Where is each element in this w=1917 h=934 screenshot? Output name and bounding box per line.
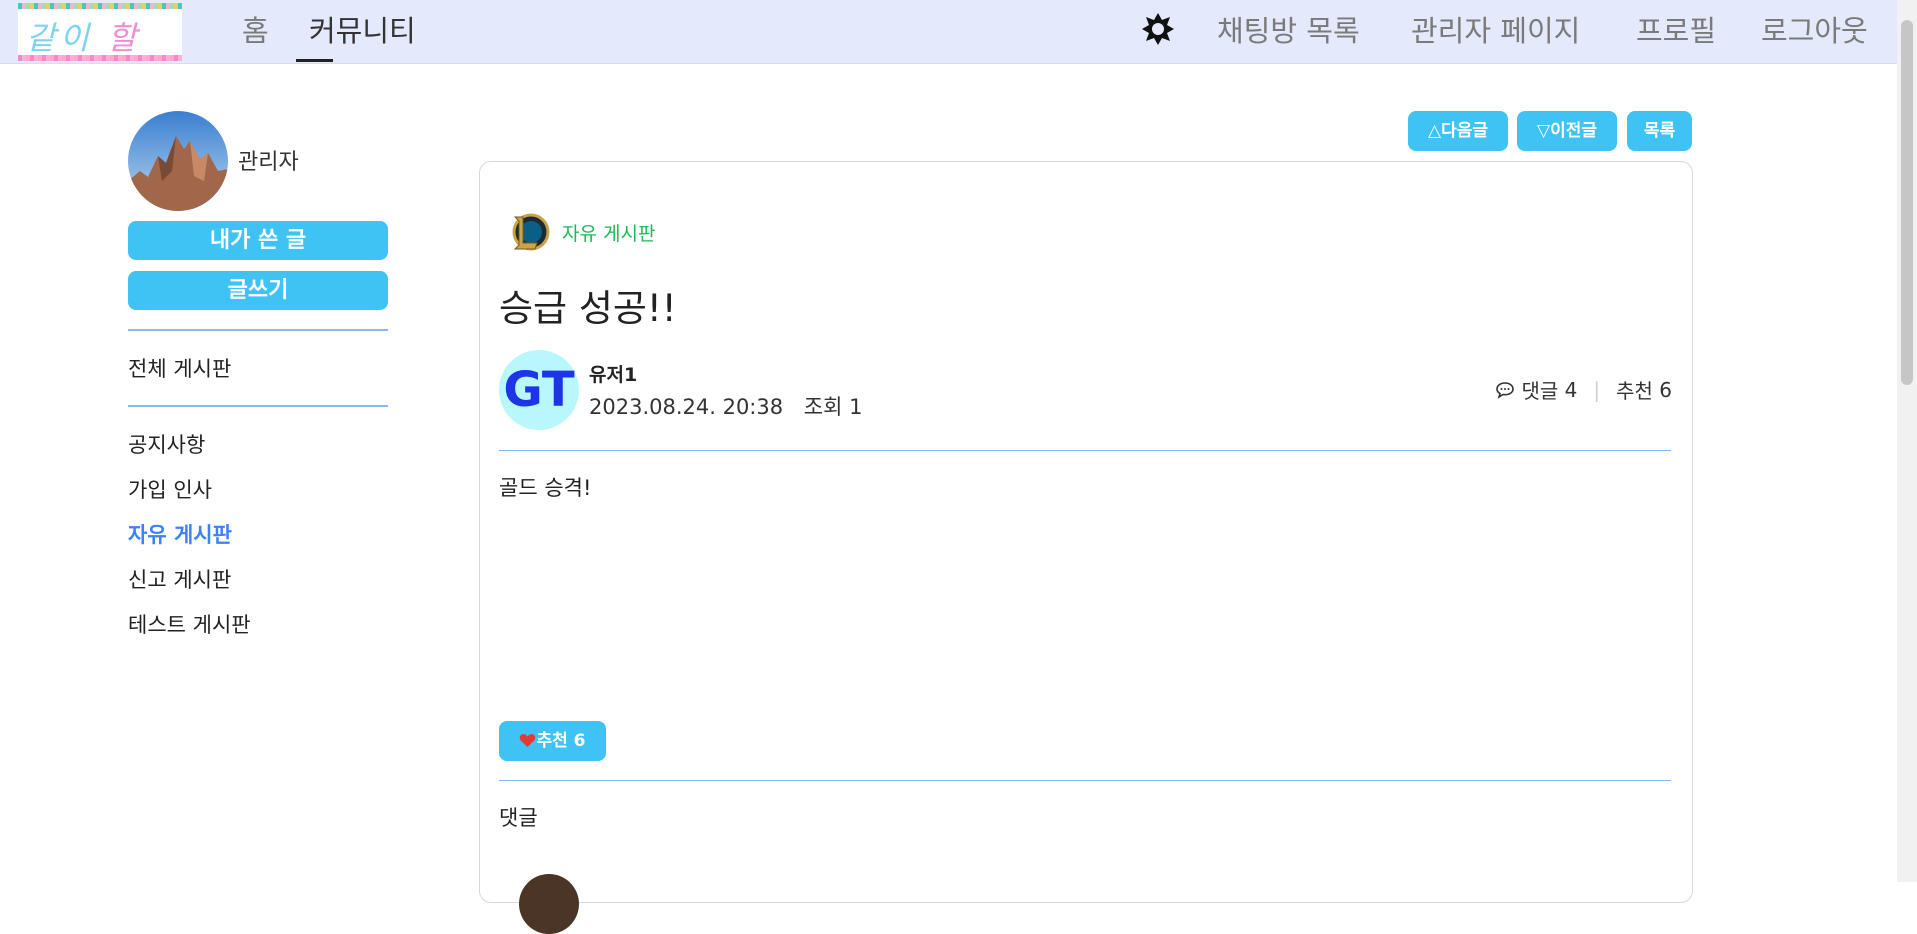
- sidebar-item-test-board[interactable]: 테스트 게시판: [128, 609, 251, 639]
- site-logo[interactable]: 같이 할래?: [18, 3, 182, 61]
- nav-chat-list[interactable]: 채팅방 목록: [1217, 8, 1360, 50]
- scrollbar-thumb[interactable]: [1901, 20, 1913, 385]
- post-meta: 2023.08.24. 20:38 조회 1: [589, 391, 863, 421]
- sun-icon[interactable]: [1141, 12, 1175, 46]
- page-scrollbar[interactable]: [1897, 0, 1917, 882]
- list-button[interactable]: 목록: [1627, 111, 1692, 151]
- post-board-name[interactable]: 자유 게시판: [562, 219, 655, 246]
- stats-separator: |: [1593, 377, 1601, 402]
- logo-border: [18, 55, 182, 61]
- views-label: 조회: [803, 395, 843, 419]
- top-nav: 같이 할래? 홈 커뮤니티 채팅방 목록 관리자 페이지 프로필 로그아웃: [0, 0, 1897, 64]
- views-count: 1: [849, 395, 863, 419]
- author-name[interactable]: 유저1: [589, 360, 637, 387]
- my-posts-button[interactable]: 내가 쓴 글: [128, 221, 388, 260]
- like-button-label: 추천 6: [536, 731, 586, 751]
- nav-home[interactable]: 홈: [242, 8, 269, 50]
- sidebar-item-free-board[interactable]: 자유 게시판: [128, 519, 232, 549]
- nav-admin-page[interactable]: 관리자 페이지: [1411, 8, 1580, 50]
- like-button[interactable]: 추천 6: [499, 721, 606, 761]
- comments-divider: [499, 780, 1671, 781]
- sidebar-item-all-boards[interactable]: 전체 게시판: [128, 353, 231, 383]
- comments-title: 댓글: [499, 806, 538, 830]
- comment-bubble-icon: [1496, 381, 1515, 399]
- sidebar-item-report-board[interactable]: 신고 게시판: [128, 564, 231, 594]
- post-body: 골드 승격!: [499, 476, 592, 500]
- sidebar-divider: [128, 405, 388, 407]
- heart-icon: [520, 734, 536, 747]
- commenter-avatar[interactable]: [519, 874, 579, 934]
- post-header-divider: [499, 450, 1671, 451]
- next-post-button[interactable]: △다음글: [1408, 111, 1508, 151]
- likes-count: 6: [1659, 377, 1672, 402]
- logo-border: [18, 3, 182, 9]
- post-date: 2023.08.24. 20:38: [589, 395, 784, 419]
- logo-text: 같이 할래?: [26, 19, 141, 57]
- user-avatar: [128, 111, 228, 211]
- prev-post-button[interactable]: ▽이전글: [1517, 111, 1617, 151]
- post-title: 승급 성공!!: [499, 287, 677, 330]
- league-of-legends-icon: [512, 213, 550, 251]
- write-post-button[interactable]: 글쓰기: [128, 271, 388, 310]
- nav-community[interactable]: 커뮤니티: [309, 8, 416, 50]
- nav-logout[interactable]: 로그아웃: [1761, 8, 1868, 50]
- comments-label: 댓글: [1521, 379, 1559, 403]
- post-stats: 댓글 4 | 추천 6: [1495, 375, 1672, 404]
- likes-label: 추천: [1616, 379, 1653, 403]
- sidebar-item-greetings[interactable]: 가입 인사: [128, 474, 212, 504]
- sidebar-divider: [128, 329, 388, 331]
- sidebar-username: 관리자: [238, 150, 299, 175]
- author-avatar[interactable]: GT: [499, 350, 579, 430]
- nav-profile[interactable]: 프로필: [1636, 8, 1716, 50]
- sidebar-item-notice[interactable]: 공지사항: [128, 429, 205, 459]
- post-card: [479, 161, 1693, 903]
- nav-active-underline: [296, 59, 333, 62]
- comments-count: 4: [1564, 377, 1578, 402]
- avatar-photo-icon: [128, 111, 228, 211]
